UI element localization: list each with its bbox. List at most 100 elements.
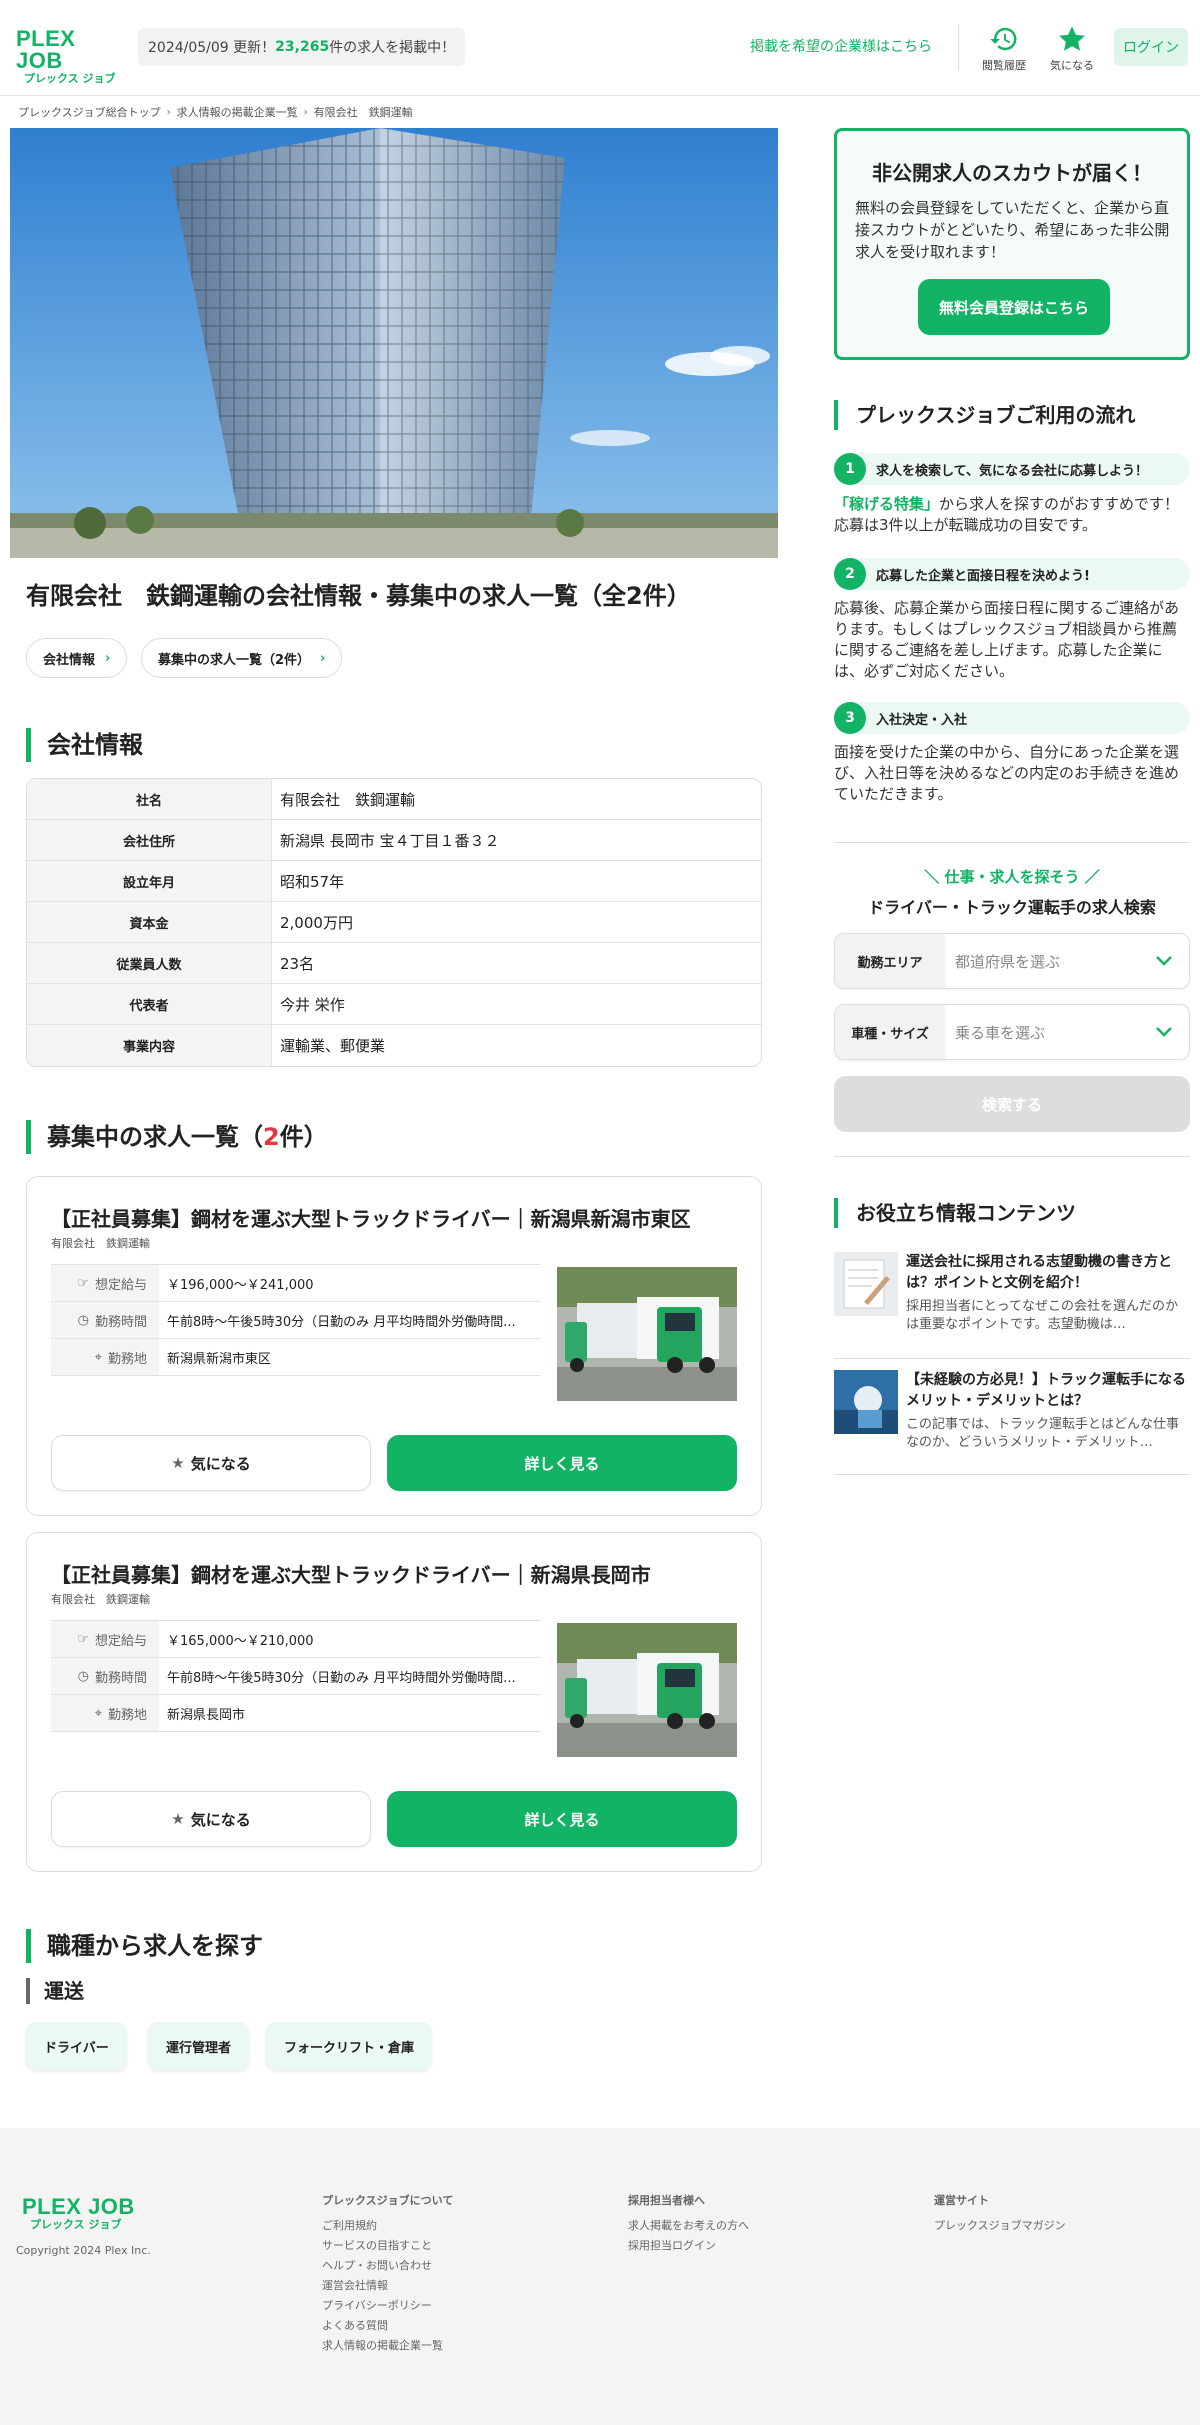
- step-1-text: 「稼げる特集」から求人を探すのがおすすめです！応募は3件以上が転職成功の目安です…: [834, 495, 1180, 534]
- yen-hand-icon: ☞: [77, 1275, 89, 1291]
- search-button[interactable]: 検索する: [834, 1076, 1190, 1132]
- job-detail-button[interactable]: 詳しく見る: [387, 1791, 737, 1847]
- chevron-down-icon: [1139, 934, 1189, 988]
- update-status: 2024/05/09 更新！ 23,265 件の求人を掲載中！: [138, 28, 466, 66]
- footer-link[interactable]: サービスの目指すこと: [322, 2236, 453, 2256]
- search-kicker: ＼ 仕事・求人を探そう ／: [924, 868, 1100, 886]
- login-button[interactable]: ログイン: [1114, 28, 1188, 66]
- job-company: 有限会社 鉄鋼運輸: [51, 1237, 150, 1250]
- occupation-tag-operation-manager[interactable]: 運行管理者: [148, 2022, 250, 2070]
- table-row: 会社住所 新潟県 長岡市 宝４丁目１番３２: [27, 820, 761, 861]
- area-select[interactable]: 勤務エリア 都道府県を選ぶ: [834, 933, 1190, 989]
- footer-link[interactable]: プライバシーポリシー: [322, 2296, 453, 2316]
- footer-link[interactable]: 求人情報の掲載企業一覧: [322, 2336, 453, 2356]
- table-row: 設立年月 昭和57年: [27, 861, 761, 902]
- favorite-button[interactable]: ★ 気になる: [51, 1435, 371, 1491]
- history-button[interactable]: 閲覧履歴: [974, 24, 1034, 73]
- favorites-button[interactable]: 気になる: [1042, 24, 1102, 73]
- clock-icon: ◷: [77, 1312, 89, 1328]
- footer-link[interactable]: 求人掲載をお考えの方へ: [628, 2216, 749, 2236]
- star-icon: ★: [171, 1810, 185, 1828]
- logo-main-text: PLEX JOB: [16, 26, 76, 73]
- footer-link[interactable]: 採用担当ログイン: [628, 2236, 749, 2256]
- site-logo[interactable]: PLEX JOB プレックス ジョブ: [16, 28, 124, 86]
- table-row: 社名 有限会社 鉄鋼運輸: [27, 779, 761, 820]
- map-pin-icon: ⌖: [94, 1349, 102, 1365]
- logo-sub-text: プレックス ジョブ: [24, 72, 116, 85]
- breadcrumb-top[interactable]: プレックスジョブ総合トップ: [18, 104, 161, 120]
- company-hero-image: [10, 128, 778, 558]
- article-thumbnail: [834, 1370, 898, 1434]
- star-icon: [1059, 26, 1085, 51]
- occupation-tag-driver[interactable]: ドライバー: [26, 2022, 127, 2070]
- table-row: 従業員人数 23名: [27, 943, 761, 984]
- vehicle-select[interactable]: 車種・サイズ 乗る車を選ぶ: [834, 1004, 1190, 1060]
- footer-col-about: プレックスジョブについて ご利用規約 サービスの目指すこと ヘルプ・お問い合わせ…: [322, 2192, 453, 2356]
- footer-link[interactable]: ヘルプ・お問い合わせ: [322, 2256, 453, 2276]
- recruiter-link[interactable]: 掲載を希望の企業様はこちら: [750, 36, 932, 56]
- footer-link[interactable]: プレックスジョブマガジン: [934, 2216, 1066, 2236]
- star-icon: ★: [171, 1454, 185, 1472]
- chevron-right-icon: ›: [303, 106, 308, 118]
- job-company: 有限会社 鉄鋼運輸: [51, 1593, 150, 1606]
- footer-logo[interactable]: PLEX JOB プレックス ジョブ: [22, 2196, 135, 2232]
- article-thumbnail: [834, 1252, 898, 1316]
- register-button[interactable]: 無料会員登録はこちら: [918, 279, 1110, 335]
- location-row: ⌖ 勤務地 新潟県新潟市東区: [51, 1338, 541, 1376]
- article-card[interactable]: 【未経験の方必見！】トラック運転手になるメリット・デメリットとは？ この記事では…: [834, 1370, 1190, 1470]
- location-row: ⌖ 勤務地 新潟県長岡市: [51, 1694, 541, 1732]
- job-card: 【正社員募集】鋼材を運ぶ大型トラックドライバー｜新潟県新潟市東区 有限会社 鉄鋼…: [26, 1176, 762, 1516]
- scout-text: 無料の会員登録をしていただくと、企業から直接スカウトがとどいたり、希望にあった非…: [855, 199, 1170, 261]
- breadcrumb-company-list[interactable]: 求人情報の掲載企業一覧: [177, 104, 298, 120]
- job-image-trucks: [557, 1623, 737, 1757]
- total-job-count: 23,265: [275, 39, 330, 55]
- step-2-heading: 2 応募した企業と面接日程を決めよう!: [834, 558, 1190, 590]
- breadcrumb: プレックスジョブ総合トップ › 求人情報の掲載企業一覧 › 有限会社 鉄鋼運輸: [18, 104, 413, 120]
- search-title: ドライバー・トラック運転手の求人検索: [868, 898, 1156, 917]
- company-info-heading: 会社情報: [26, 728, 143, 762]
- favorite-button[interactable]: ★ 気になる: [51, 1791, 371, 1847]
- footer-col-sites: 運営サイト プレックスジョブマガジン: [934, 2192, 1066, 2236]
- footer-link[interactable]: ご利用規約: [322, 2216, 453, 2236]
- breadcrumb-current: 有限会社 鉄鋼運輸: [313, 106, 413, 119]
- step-3-heading: 3 入社決定・入社: [834, 702, 1190, 734]
- history-icon: [990, 27, 1017, 51]
- job-detail-button[interactable]: 詳しく見る: [387, 1435, 737, 1491]
- anchor-company-info[interactable]: 会社情報 ›: [26, 638, 128, 678]
- table-row: 資本金 2,000万円: [27, 902, 761, 943]
- scout-banner: 非公開求人のスカウトが届く！ 無料の会員登録をしていただくと、企業から直接スカウ…: [834, 128, 1190, 360]
- footer-link[interactable]: よくある質問: [322, 2316, 453, 2336]
- divider: [834, 1156, 1190, 1157]
- chevron-right-icon: ›: [105, 650, 111, 666]
- step-3-text: 面接を受けた企業の中から、自分にあった企業を選び、入社日等を決めるなどの内定のお…: [834, 743, 1180, 803]
- salary-row: ☞ 想定給与 ￥165,000〜￥210,000: [51, 1620, 541, 1658]
- company-info-table: 社名 有限会社 鉄鋼運輸 会社住所 新潟県 長岡市 宝４丁目１番３２ 設立年月 昭和5…: [26, 778, 762, 1067]
- flow-heading: プレックスジョブご利用の流れ: [834, 400, 1135, 430]
- clock-icon: ◷: [77, 1668, 89, 1684]
- footer-link[interactable]: 運営会社情報: [322, 2276, 453, 2296]
- step-1-heading: 1 求人を検索して、気になる会社に応募しよう！: [834, 453, 1190, 485]
- page-title: 有限会社 鉄鋼運輸の会社情報・募集中の求人一覧（全2件）: [26, 582, 691, 610]
- job-count: 2: [263, 1123, 280, 1151]
- divider: [834, 1474, 1190, 1475]
- job-title-link[interactable]: 【正社員募集】鋼材を運ぶ大型トラックドライバー｜新潟県新潟市東区: [51, 1203, 691, 1232]
- hours-row: ◷ 勤務時間 午前8時〜午後5時30分（日勤のみ 月平均時間外労働時間...: [51, 1301, 541, 1339]
- feature-link[interactable]: 「稼げる特集」: [834, 495, 939, 513]
- hours-row: ◷ 勤務時間 午前8時〜午後5時30分（日勤のみ 月平均時間外労働時間...: [51, 1657, 541, 1695]
- job-card: 【正社員募集】鋼材を運ぶ大型トラックドライバー｜新潟県長岡市 有限会社 鉄鋼運輸…: [26, 1532, 762, 1872]
- job-details: ☞ 想定給与 ￥196,000〜￥241,000 ◷ 勤務時間 午前8時〜午後5時3…: [51, 1264, 541, 1376]
- divider: [834, 1358, 1190, 1359]
- occupation-tag-forklift[interactable]: フォークリフト・倉庫: [266, 2022, 433, 2070]
- table-row: 事業内容 運輸業、郵便業: [27, 1025, 761, 1066]
- anchor-job-list[interactable]: 募集中の求人一覧（2件） ›: [141, 638, 343, 678]
- table-row: 代表者 今井 栄作: [27, 984, 761, 1025]
- job-list-heading: 募集中の求人一覧（2件）: [26, 1120, 328, 1154]
- job-title-link[interactable]: 【正社員募集】鋼材を運ぶ大型トラックドライバー｜新潟県長岡市: [51, 1559, 651, 1588]
- header-divider: [958, 24, 959, 70]
- step-2-text: 応募後、応募企業から面接日程に関するご連絡があります。もしくはプレックスジョブ相…: [834, 599, 1180, 680]
- useful-content-heading: お役立ち情報コンテンツ: [834, 1198, 1076, 1228]
- site-footer: PLEX JOB プレックス ジョブ Copyright 2024 Plex I…: [0, 2128, 1200, 2425]
- copyright: Copyright 2024 Plex Inc.: [16, 2244, 151, 2257]
- chevron-down-icon: [1139, 1005, 1189, 1059]
- article-card[interactable]: 運送会社に採用される志望動機の書き方とは？ポイントと文例を紹介！ 採用担当者にと…: [834, 1252, 1190, 1352]
